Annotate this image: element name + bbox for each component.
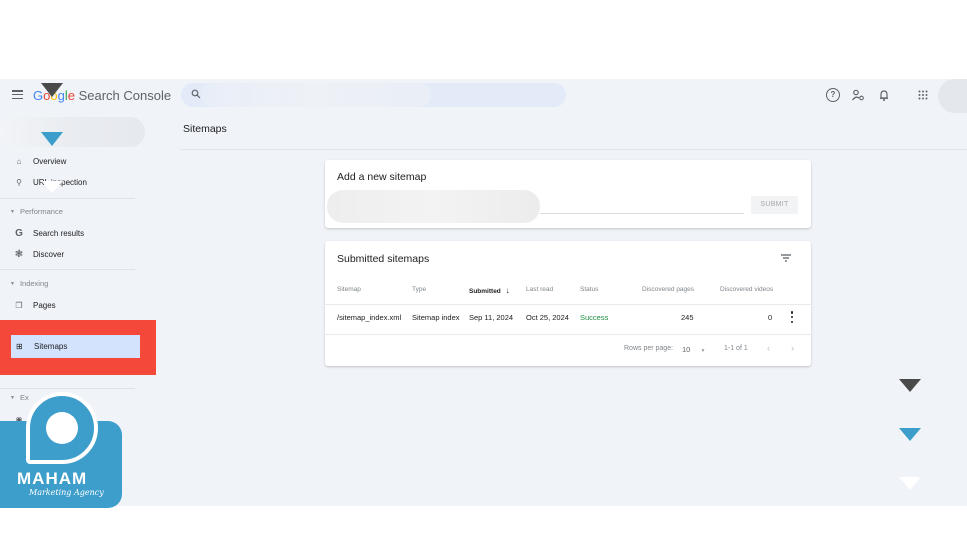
apps-grid-icon[interactable] xyxy=(916,88,930,102)
dark-triangle-marker-icon xyxy=(41,83,63,97)
blue-triangle-marker-icon xyxy=(899,428,921,441)
column-header-discovered-videos[interactable]: Discovered videos xyxy=(720,286,773,293)
cell-submitted: Sep 11, 2024 xyxy=(469,313,514,322)
rows-per-page-select[interactable]: 10 ▼ xyxy=(682,345,705,354)
product-name: Search Console xyxy=(78,88,172,103)
sidebar-item-sitemaps[interactable]: ⊞ Sitemaps xyxy=(11,335,140,358)
white-triangle-marker-icon xyxy=(41,181,63,193)
cell-discovered-pages: 245 xyxy=(681,313,694,322)
dark-triangle-marker-icon xyxy=(899,379,921,392)
divider xyxy=(0,388,135,389)
maham-watermark-logo: MAHAM Marketing Agency xyxy=(0,392,122,508)
next-page-icon[interactable]: › xyxy=(791,343,794,353)
divider xyxy=(180,149,967,150)
search-input[interactable] xyxy=(181,83,566,107)
page-title: Sitemaps xyxy=(183,123,227,135)
input-underline xyxy=(540,213,744,214)
section-performance[interactable]: ▼ Performance xyxy=(10,207,63,216)
logo-letter: e xyxy=(67,88,75,103)
sidebar-item-discover[interactable]: ❃ Discover xyxy=(14,246,64,262)
divider xyxy=(0,269,135,270)
column-header-label: Submitted xyxy=(469,288,501,295)
watermark-tagline: Marketing Agency xyxy=(29,488,104,497)
cell-type: Sitemap index xyxy=(412,313,460,322)
help-icon[interactable]: ? xyxy=(826,88,840,102)
top-bar: Google Search Console ? xyxy=(0,79,967,113)
sidebar-item-search-results[interactable]: G Search results xyxy=(14,225,84,241)
caret-down-icon: ▼ xyxy=(10,208,15,215)
sitemap-url-input[interactable] xyxy=(327,190,540,223)
property-selector[interactable] xyxy=(0,117,145,147)
watermark-name: MAHAM xyxy=(17,469,88,488)
column-header-submitted[interactable]: Submitted ↓ xyxy=(469,286,510,295)
sidebar-item-label: Pages xyxy=(33,300,56,310)
cell-last-read: Oct 25, 2024 xyxy=(526,313,569,322)
divider xyxy=(325,334,811,335)
sidebar-item-overview[interactable]: ⌂ Overview xyxy=(14,153,67,169)
add-sitemap-card: Add a new sitemap SUBMIT xyxy=(325,160,811,228)
sort-arrow-down-icon: ↓ xyxy=(505,286,510,295)
search-icon xyxy=(191,89,201,99)
sidebar-item-label: Discover xyxy=(33,249,65,259)
account-avatar[interactable] xyxy=(938,79,967,113)
maham-logo-mark-icon xyxy=(26,392,98,464)
home-icon: ⌂ xyxy=(16,156,22,166)
notifications-icon[interactable] xyxy=(877,88,891,102)
cell-discovered-videos: 0 xyxy=(768,313,773,322)
section-label: Performance xyxy=(19,207,63,216)
column-header-type[interactable]: Type xyxy=(412,286,426,293)
sidebar-item-label: Search results xyxy=(33,228,85,238)
card-title: Submitted sitemaps xyxy=(337,253,430,265)
section-indexing[interactable]: ▼ Indexing xyxy=(10,279,48,288)
cell-sitemap[interactable]: /sitemap_index.xml xyxy=(337,313,401,322)
cell-status: Success xyxy=(580,313,609,322)
discover-asterisk-icon: ❃ xyxy=(14,248,24,260)
blue-triangle-marker-icon xyxy=(41,132,63,146)
more-options-icon[interactable] xyxy=(790,311,794,323)
card-title: Add a new sitemap xyxy=(337,171,427,183)
sitemap-icon: ⊞ xyxy=(16,342,23,351)
logo-ring xyxy=(46,412,78,444)
submitted-sitemaps-card: Submitted sitemaps Sitemap Type Submitte… xyxy=(325,241,811,366)
caret-down-icon: ▼ xyxy=(10,280,15,287)
divider xyxy=(0,198,135,199)
search-icon: ⚲ xyxy=(16,177,22,187)
rows-per-page-value: 10 xyxy=(682,345,691,354)
manage-users-icon[interactable] xyxy=(851,88,865,102)
filter-icon[interactable] xyxy=(780,253,792,263)
previous-page-icon[interactable]: ‹ xyxy=(767,343,770,353)
hamburger-menu-icon[interactable] xyxy=(12,90,23,99)
pages-icon: ❐ xyxy=(15,300,23,310)
column-header-sitemap[interactable]: Sitemap xyxy=(337,286,361,293)
divider xyxy=(325,304,811,305)
section-label: Indexing xyxy=(19,279,49,288)
search-console-app: Google Search Console ? ⌂ Overview ⚲ URL… xyxy=(0,79,967,506)
dropdown-caret-icon: ▼ xyxy=(700,348,706,354)
sidebar-item-pages[interactable]: ❐ Pages xyxy=(14,297,56,313)
blurred-search-text xyxy=(201,83,431,107)
rows-per-page-label: Rows per page: xyxy=(624,345,674,352)
column-header-status[interactable]: Status xyxy=(580,286,598,293)
pagination-range: 1-1 of 1 xyxy=(724,345,748,352)
submit-button[interactable]: SUBMIT xyxy=(751,196,798,214)
white-triangle-marker-icon xyxy=(899,477,921,490)
sidebar-item-label: Overview xyxy=(33,156,67,166)
google-g-icon: G xyxy=(15,227,23,239)
column-header-discovered-pages[interactable]: Discovered pages xyxy=(642,286,694,293)
sidebar-item-label: Sitemaps xyxy=(34,342,68,351)
column-header-last-read[interactable]: Last read xyxy=(526,286,553,293)
